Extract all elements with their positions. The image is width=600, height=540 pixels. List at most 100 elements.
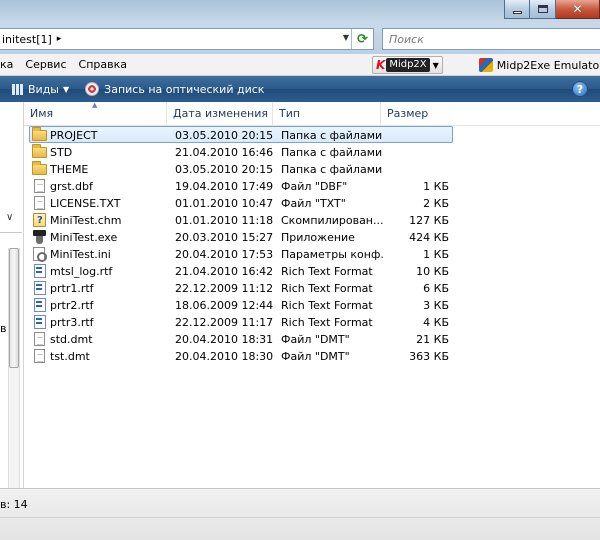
file-date: 21.04.2010 16:46 — [175, 146, 274, 159]
nav-scrollbar[interactable] — [8, 248, 20, 488]
file-row[interactable]: std.dmt 20.04.2010 18:31 Файл "DMT" 21 К… — [29, 330, 453, 347]
file-type: Файл "DMT" — [281, 333, 350, 346]
file-size — [387, 161, 449, 178]
status-bar: в: 14 — [0, 488, 600, 540]
command-bar: Виды ▼ Запись на оптический диск ? — [0, 76, 600, 102]
maximize-button[interactable] — [530, 0, 556, 19]
file-row[interactable]: MiniTest.ini 20.04.2010 17:53 Параметры … — [29, 245, 453, 262]
menu-item-tools[interactable]: Сервис — [19, 54, 72, 76]
views-label: Виды — [28, 82, 59, 96]
address-dropdown-icon[interactable]: ▼ — [343, 33, 349, 42]
disc-icon — [85, 82, 100, 96]
views-button[interactable]: Виды ▼ — [12, 83, 69, 96]
file-date: 03.05.2010 20:15 — [175, 129, 274, 142]
file-name: tst.dmt — [50, 350, 90, 363]
menu-item-help[interactable]: Справка — [73, 54, 133, 76]
minimize-button[interactable] — [504, 0, 530, 19]
settings-file-icon — [33, 247, 47, 262]
rtf-document-icon — [34, 264, 46, 278]
search-input[interactable]: Поиск — [382, 28, 600, 50]
search-placeholder: Поиск — [389, 32, 424, 46]
midpx-button[interactable]: K Midp2X ▼ — [372, 56, 443, 74]
burn-disc-button[interactable]: Запись на оптический диск — [85, 82, 264, 96]
file-type: Rich Text Format — [281, 282, 373, 295]
file-date: 19.04.2010 17:49 — [175, 180, 274, 193]
file-date: 01.01.2010 10:47 — [175, 197, 274, 210]
file-row[interactable]: STD 21.04.2010 16:46 Папка с файлами — [29, 143, 453, 160]
menu-item-view[interactable]: ка — [0, 54, 19, 76]
chm-help-icon — [33, 212, 46, 229]
nav-scrollbar-thumb[interactable] — [9, 248, 19, 368]
column-header: ▲ Имя Дата изменения Тип Размер — [24, 101, 600, 126]
midp2exe-button[interactable]: Midp2Exe Emulator — [478, 58, 600, 72]
breadcrumb-chevron-icon[interactable]: ▸ — [57, 34, 62, 44]
folder-icon — [32, 144, 47, 158]
file-type: Приложение — [281, 231, 355, 244]
file-name: prtr3.rtf — [50, 316, 94, 329]
file-type: Rich Text Format — [281, 265, 373, 278]
file-name: std.dmt — [50, 333, 93, 346]
file-row[interactable]: grst.dbf 19.04.2010 17:49 Файл "DBF" 1 К… — [29, 177, 453, 194]
midpx-dropdown-icon[interactable]: ▼ — [433, 61, 439, 70]
file-row[interactable]: MiniTest.exe 20.03.2010 15:27 Приложение… — [29, 228, 453, 245]
file-name: mtsl_log.rtf — [50, 265, 113, 278]
file-row[interactable]: prtr2.rtf 18.06.2009 12:44 Rich Text For… — [29, 296, 453, 313]
file-size: 1 КБ — [423, 180, 449, 193]
title-bar: ✕ — [0, 0, 600, 24]
file-date: 01.01.2010 11:18 — [175, 214, 274, 227]
file-size: 4 КБ — [423, 316, 449, 329]
navigation-pane: ∨ в — [0, 102, 24, 488]
item-count: в: 14 — [0, 498, 28, 511]
file-row[interactable]: prtr1.rtf 22.12.2009 11:12 Rich Text For… — [29, 279, 453, 296]
file-name: MiniTest.chm — [50, 214, 122, 227]
file-date: 18.06.2009 12:44 — [175, 299, 274, 312]
file-size: 127 КБ — [409, 214, 449, 227]
file-date: 20.04.2010 17:53 — [175, 248, 274, 261]
file-size: 10 КБ — [416, 265, 449, 278]
file-name: MiniTest.exe — [50, 231, 118, 244]
refresh-button[interactable]: ⟳ — [351, 29, 373, 49]
file-size: 363 КБ — [409, 350, 449, 363]
file-row[interactable]: PROJECT 03.05.2010 20:15 Папка с файлами — [29, 126, 453, 143]
file-type: Папка с файлами — [281, 129, 383, 142]
maximize-icon — [537, 5, 548, 13]
file-row[interactable]: mtsl_log.rtf 21.04.2010 16:42 Rich Text … — [29, 262, 453, 279]
breadcrumb[interactable]: initest[1] — [0, 33, 52, 46]
explorer-window: ✕ initest[1] ▸ ▼ ⟳ Поиск ка Сервис Справ… — [0, 0, 600, 540]
file-row[interactable]: THEME 03.05.2010 20:15 Папка с файлами — [29, 160, 453, 177]
column-header-date[interactable]: Дата изменения — [167, 102, 273, 126]
close-button[interactable]: ✕ — [556, 0, 600, 19]
file-row[interactable]: LICENSE.TXT 01.01.2010 10:47 Файл "TXT" … — [29, 194, 453, 211]
column-header-name[interactable]: Имя — [24, 102, 167, 126]
column-header-type[interactable]: Тип — [273, 102, 381, 126]
file-date: 22.12.2009 11:17 — [175, 316, 274, 329]
file-size: 1 КБ — [423, 248, 449, 261]
file-size: 3 КБ — [423, 299, 449, 312]
column-header-size[interactable]: Размер — [381, 102, 449, 126]
file-size — [387, 144, 449, 161]
minimize-icon — [512, 10, 522, 14]
file-type: Папка с файлами — [281, 163, 383, 176]
address-bar[interactable]: initest[1] ▸ ▼ ⟳ — [0, 28, 374, 50]
file-name: prtr2.rtf — [50, 299, 94, 312]
file-name: THEME — [50, 163, 89, 176]
folder-icon — [32, 127, 47, 141]
file-name: prtr1.rtf — [50, 282, 94, 295]
file-row[interactable]: prtr3.rtf 22.12.2009 11:17 Rich Text For… — [29, 313, 453, 330]
file-row[interactable]: tst.dmt 20.04.2010 18:30 Файл "DMT" 363 … — [29, 347, 453, 364]
midp2exe-icon — [478, 58, 493, 72]
help-icon[interactable]: ? — [572, 81, 588, 97]
file-list: PROJECT 03.05.2010 20:15 Папка с файлами… — [24, 126, 600, 488]
status-divider — [0, 517, 600, 518]
file-type: Rich Text Format — [281, 316, 373, 329]
midpx-logo-icon: K — [376, 58, 386, 72]
file-row[interactable]: MiniTest.chm 01.01.2010 11:18 Скомпилиро… — [29, 211, 453, 229]
nav-item-label[interactable]: в — [0, 322, 6, 335]
file-type: Параметры конф... — [281, 248, 385, 261]
midp2exe-label: Midp2Exe Emulator — [496, 58, 600, 72]
views-dropdown-icon: ▼ — [63, 84, 70, 94]
file-size: 6 КБ — [423, 282, 449, 295]
menu-bar: ка Сервис Справка K Midp2X ▼ Midp2Exe Em… — [0, 54, 600, 76]
file-type: Rich Text Format — [281, 299, 373, 312]
nav-expand-chevron-icon[interactable]: ∨ — [6, 212, 13, 223]
